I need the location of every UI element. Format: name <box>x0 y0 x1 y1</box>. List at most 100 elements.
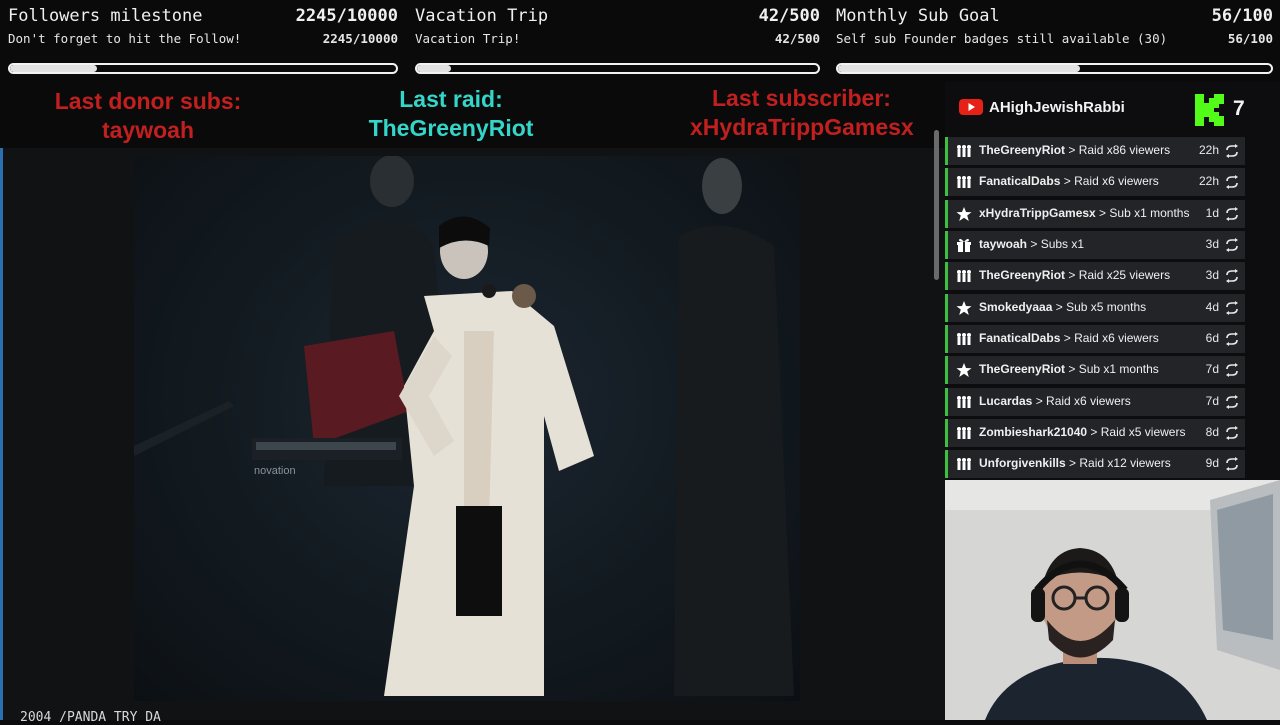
event-item: FanaticalDabs > Raid x6 viewers 6d <box>945 325 1245 353</box>
event-user: Lucardas <box>979 394 1033 408</box>
goal-vacation: Vacation Trip 42/500 Vacation Trip! 42/500 <box>415 4 820 78</box>
kick-icon <box>1195 94 1224 126</box>
event-action: Raid x6 viewers <box>1074 331 1159 345</box>
goal-progress-bar <box>415 63 820 74</box>
concert-footage: novation <box>134 156 800 701</box>
goal-monthly-sub: Monthly Sub Goal 56/100 Self sub Founder … <box>836 4 1273 78</box>
raid-icon <box>956 395 972 409</box>
event-time: 22h <box>1198 143 1219 157</box>
goal-bars: Followers milestone 2245/10000 Don't forg… <box>0 0 1280 82</box>
raid-icon <box>956 332 972 346</box>
goal-subtitle: Don't forget to hit the Follow! <box>8 31 242 46</box>
goal-count: 2245/10000 <box>295 6 398 26</box>
last-donor-label: Last donor subs: <box>54 88 242 114</box>
event-action: Raid x86 viewers <box>1078 143 1171 157</box>
goal-progress-bar <box>836 63 1273 74</box>
last-subscriber-label: Last subscriber: <box>712 85 891 111</box>
event-time: 9d <box>1205 456 1219 470</box>
star-icon <box>956 363 972 377</box>
event-action: Raid x5 viewers <box>1100 425 1186 439</box>
last-donor-value: taywoah <box>101 117 195 143</box>
replay-icon[interactable] <box>1225 144 1239 158</box>
last-raid-value: TheGreenyRiot <box>368 115 534 141</box>
event-item: Smokedyaaa > Sub x5 months 4d <box>945 294 1245 322</box>
event-action: Raid x12 viewers <box>1079 456 1171 470</box>
event-item: TheGreenyRiot > Raid x25 viewers 3d <box>945 262 1245 290</box>
event-action: Raid x25 viewers <box>1078 268 1171 282</box>
goal-name: Monthly Sub Goal <box>836 6 1000 26</box>
star-icon <box>956 207 972 221</box>
event-time: 7d <box>1205 362 1219 376</box>
event-user: Unforgivenkills <box>979 456 1066 470</box>
kick-count: 7 <box>1233 97 1245 120</box>
replay-icon[interactable] <box>1225 395 1239 409</box>
event-user: FanaticalDabs <box>979 174 1061 188</box>
last-subscriber-value: xHydraTrippGamesx <box>690 114 914 140</box>
replay-icon[interactable] <box>1225 457 1239 471</box>
stream-video: novation 2004 /PANDA TRY DA <box>0 148 945 725</box>
event-action: Sub x1 months <box>1109 206 1190 220</box>
goal-progress-fill <box>10 65 97 72</box>
event-action: Raid x6 viewers <box>1074 174 1159 188</box>
event-user: Smokedyaaa <box>979 300 1053 314</box>
replay-icon[interactable] <box>1225 426 1239 440</box>
event-user: TheGreenyRiot <box>979 362 1066 376</box>
event-time: 3d <box>1205 268 1219 282</box>
event-user: TheGreenyRiot <box>979 268 1066 282</box>
goal-progress-bar <box>8 63 398 74</box>
webcam-image <box>945 480 1280 720</box>
svg-text:novation: novation <box>254 465 296 477</box>
replay-icon[interactable] <box>1225 269 1239 283</box>
concert-scene-image: novation <box>134 156 794 696</box>
event-user: xHydraTrippGamesx <box>979 206 1096 220</box>
replay-icon[interactable] <box>1225 207 1239 221</box>
video-edge <box>0 148 3 720</box>
event-item: Zombieshark21040 > Raid x5 viewers 8d <box>945 419 1245 447</box>
event-time: 3d <box>1205 237 1219 251</box>
replay-icon[interactable] <box>1225 175 1239 189</box>
event-item: Lucardas > Raid x6 viewers 7d <box>945 388 1245 416</box>
event-time: 6d <box>1205 331 1219 345</box>
replay-icon[interactable] <box>1225 301 1239 315</box>
youtube-handle: AHighJewishRabbi <box>989 99 1125 116</box>
goal-name: Followers milestone <box>8 6 203 26</box>
star-icon <box>956 301 972 315</box>
event-item: taywoah > Subs x1 3d <box>945 231 1245 259</box>
goal-count-secondary: 56/100 <box>1227 31 1273 46</box>
last-donor: Last donor subs: taywoah <box>49 87 247 145</box>
goal-subtitle: Vacation Trip! <box>415 31 521 46</box>
replay-icon[interactable] <box>1225 363 1239 377</box>
event-time: 22h <box>1198 174 1219 188</box>
raid-icon <box>956 175 972 189</box>
last-subscriber: Last subscriber: xHydraTrippGamesx <box>690 84 945 142</box>
event-user: TheGreenyRiot <box>979 143 1066 157</box>
video-caption: 2004 /PANDA TRY DA <box>20 710 161 725</box>
goal-progress-fill <box>417 65 451 72</box>
webcam-feed <box>945 480 1280 720</box>
youtube-icon <box>959 99 983 115</box>
event-time: 1d <box>1205 206 1219 220</box>
event-time: 8d <box>1205 425 1219 439</box>
event-action: Raid x6 viewers <box>1046 394 1131 408</box>
goal-progress-fill <box>838 65 1081 72</box>
event-feed-scrollbar[interactable] <box>934 130 939 280</box>
kick-badge: 7 <box>1195 94 1245 131</box>
event-item: FanaticalDabs > Raid x6 viewers 22h <box>945 168 1245 196</box>
event-time: 7d <box>1205 394 1219 408</box>
raid-icon <box>956 426 972 440</box>
replay-icon[interactable] <box>1225 332 1239 346</box>
event-action: Sub x5 months <box>1066 300 1147 314</box>
goal-followers: Followers milestone 2245/10000 Don't forg… <box>8 4 398 78</box>
raid-icon <box>956 457 972 471</box>
goal-count: 56/100 <box>1211 6 1273 26</box>
goal-count: 42/500 <box>758 6 820 26</box>
last-raid-label: Last raid: <box>399 86 503 112</box>
last-events-bar: Last donor subs: taywoah Last raid: TheG… <box>0 82 945 148</box>
event-user: FanaticalDabs <box>979 331 1061 345</box>
youtube-channel: AHighJewishRabbi <box>959 98 1125 118</box>
goal-name: Vacation Trip <box>415 6 549 26</box>
goal-count-secondary: 2245/10000 <box>322 31 398 46</box>
replay-icon[interactable] <box>1225 238 1239 252</box>
event-feed-panel: AHighJewishRabbi 7 TheGreenyRiot > Raid … <box>945 82 1280 480</box>
gift-icon <box>956 238 972 252</box>
